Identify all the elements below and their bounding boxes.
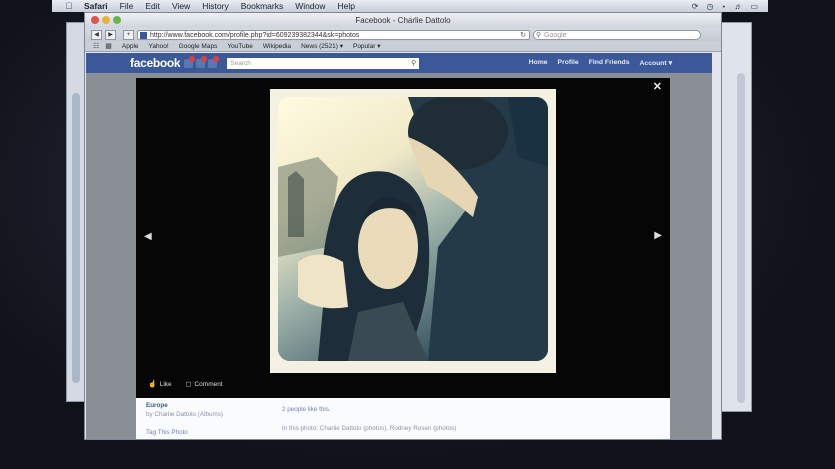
speech-bubble-icon: ◻ — [185, 381, 192, 388]
next-photo-icon[interactable]: ▶ — [654, 230, 662, 241]
facebook-logo[interactable]: facebook — [130, 56, 181, 70]
sync-icon[interactable]: ⟳ — [692, 2, 699, 11]
address-bar-url: http://www.facebook.com/profile.php?id=6… — [150, 31, 360, 39]
previous-photo-icon[interactable]: ◀ — [144, 231, 152, 242]
background-window-left — [66, 22, 86, 402]
close-window-button[interactable] — [91, 16, 99, 24]
bookmark-wikipedia[interactable]: Wikipedia — [263, 43, 291, 50]
notifications-icon[interactable] — [208, 55, 220, 68]
window-titlebar: Facebook - Charlie Dattolo — [85, 13, 721, 28]
facebook-search-input[interactable]: Search ⚲ — [227, 57, 420, 69]
menu-bookmarks[interactable]: Bookmarks — [241, 1, 284, 11]
menu-help[interactable]: Help — [337, 1, 354, 11]
safari-window: Facebook - Charlie Dattolo ◀ ▶ + http://… — [84, 12, 722, 440]
thumbs-up-icon: ☝ — [148, 381, 157, 388]
background-window-right — [720, 22, 752, 412]
notification-jewels — [184, 55, 220, 68]
window-title: Facebook - Charlie Dattolo — [355, 16, 451, 25]
top-sites-icon[interactable]: ▦ — [105, 42, 112, 50]
forward-button[interactable]: ▶ — [105, 29, 116, 40]
bluetooth-icon[interactable]: ⋆ — [721, 2, 726, 11]
photo-frame — [270, 89, 556, 373]
bookmark-popular[interactable]: Popular ▾ — [353, 42, 380, 50]
minimize-window-button[interactable] — [102, 16, 110, 24]
bookmarks-bar: ☷ ▦ Apple Yahoo! Google Maps YouTube Wik… — [85, 41, 721, 52]
magnifier-icon: ⚲ — [536, 31, 542, 39]
bookmark-shortcuts: ☷ ▦ — [93, 42, 112, 50]
album-byline[interactable]: by Charlie Dattolo (Albums) — [146, 411, 223, 418]
volume-icon[interactable]: ♬ — [734, 2, 742, 11]
photo-caption-panel: Europe by Charlie Dattolo (Albums) Tag T… — [136, 398, 670, 439]
background-scrollbar[interactable] — [737, 73, 745, 403]
nav-account[interactable]: Account ▾ — [640, 59, 673, 67]
address-bar[interactable]: http://www.facebook.com/profile.php?id=6… — [137, 29, 530, 40]
search-field-placeholder: Google — [544, 31, 567, 39]
window-controls — [91, 16, 121, 24]
search-field[interactable]: ⚲ Google — [533, 29, 701, 40]
close-icon[interactable]: ✕ — [653, 80, 662, 93]
menu-view[interactable]: View — [172, 1, 190, 11]
like-label: Like — [159, 380, 172, 388]
bookmark-yahoo[interactable]: Yahoo! — [149, 43, 169, 50]
notification-dot-icon — [201, 55, 208, 62]
zoom-window-button[interactable] — [113, 16, 121, 24]
menu-app-name[interactable]: Safari — [84, 1, 108, 11]
photo-theater: ✕ ◀ ▶ ☝ Like ◻ Comment — [136, 78, 670, 398]
search-icon[interactable]: ⚲ — [411, 58, 416, 69]
likes-count[interactable]: 2 people like this. — [282, 406, 331, 413]
mac-menu-bar:  Safari File Edit View History Bookmark… — [52, 0, 768, 12]
back-button[interactable]: ◀ — [91, 29, 102, 40]
apple-menu-icon[interactable]:  — [62, 1, 76, 11]
notification-dot-icon — [213, 55, 220, 62]
photo-actions: ☝ Like ◻ Comment — [148, 380, 223, 389]
facebook-favicon-icon — [140, 31, 147, 39]
menu-status-icons: ⟳ ◷ ⋆ ♬ ▭ — [692, 2, 758, 11]
reload-icon[interactable]: ↻ — [520, 31, 526, 39]
nav-find-friends[interactable]: Find Friends — [589, 59, 630, 67]
profile-photo[interactable] — [278, 97, 548, 361]
nav-profile[interactable]: Profile — [558, 59, 579, 67]
in-this-photo: In this photo: Charlie Dattolo (photos),… — [282, 425, 457, 432]
tag-this-photo-link[interactable]: Tag This Photo — [146, 429, 188, 436]
facebook-search-placeholder: Search — [230, 59, 251, 67]
time-machine-icon[interactable]: ◷ — [706, 2, 713, 11]
photo-illustration — [278, 97, 548, 361]
add-bookmark-button[interactable]: + — [123, 29, 134, 40]
bookmark-google-maps[interactable]: Google Maps — [179, 43, 218, 50]
battery-icon[interactable]: ▭ — [750, 2, 758, 11]
nav-home[interactable]: Home — [529, 59, 548, 67]
background-scrollbar[interactable] — [72, 93, 80, 383]
menu-window[interactable]: Window — [295, 1, 325, 11]
facebook-top-bar: facebook Search ⚲ Home Profile Find Frie… — [86, 53, 712, 73]
menu-history[interactable]: History — [202, 1, 228, 11]
notification-dot-icon — [189, 55, 196, 62]
like-button[interactable]: ☝ Like — [148, 380, 172, 389]
comment-button[interactable]: ◻ Comment — [185, 380, 223, 389]
menu-file[interactable]: File — [120, 1, 134, 11]
messages-icon[interactable] — [196, 55, 208, 68]
bookmark-news[interactable]: News (2521) ▾ — [301, 42, 343, 50]
comment-label: Comment — [194, 380, 223, 388]
menu-edit[interactable]: Edit — [145, 1, 160, 11]
bookmark-youtube[interactable]: YouTube — [227, 43, 253, 50]
album-title[interactable]: Europe — [146, 402, 168, 409]
facebook-nav: Home Profile Find Friends Account ▾ — [529, 59, 672, 67]
browser-toolbar: ◀ ▶ + http://www.facebook.com/profile.ph… — [85, 28, 721, 41]
bookmark-apple[interactable]: Apple — [122, 43, 139, 50]
monitor-screen:  Safari File Edit View History Bookmark… — [0, 0, 835, 469]
facebook-page: facebook Search ⚲ Home Profile Find Frie… — [86, 53, 712, 439]
reading-list-icon[interactable]: ☷ — [93, 42, 99, 50]
friend-requests-icon[interactable] — [184, 55, 196, 68]
